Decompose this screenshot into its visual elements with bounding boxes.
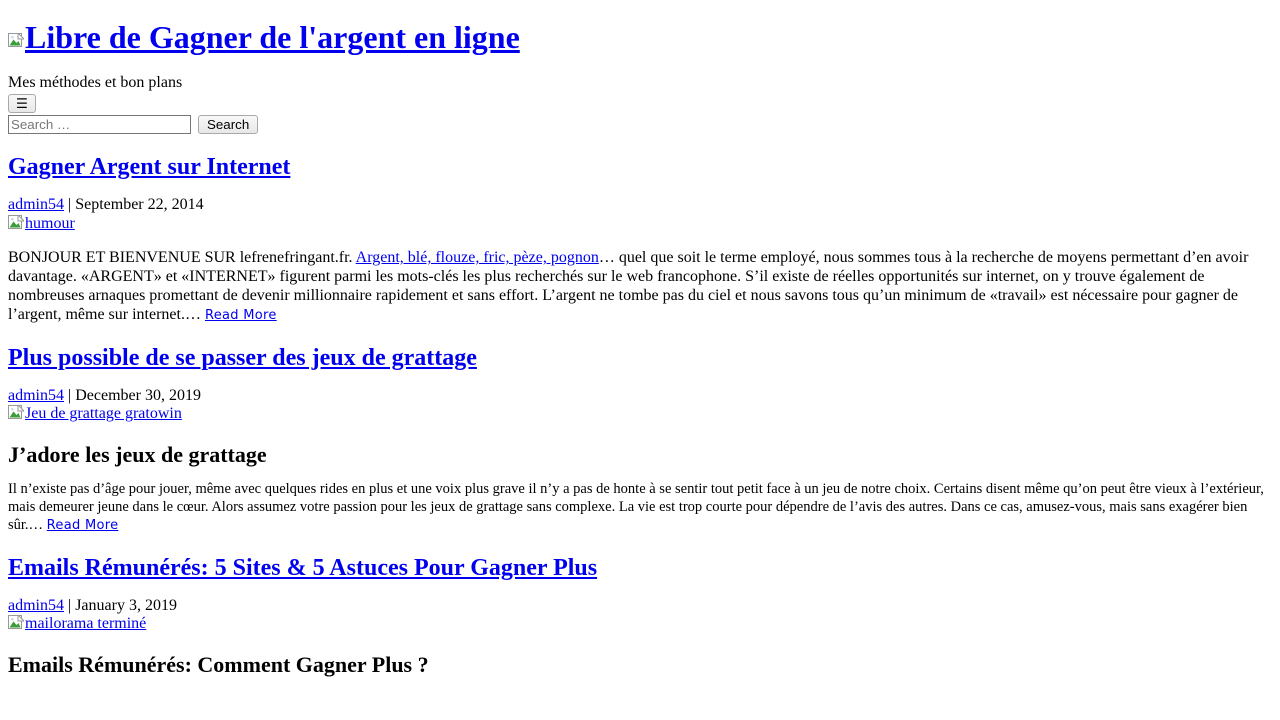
- search-submit-button[interactable]: [198, 115, 259, 135]
- site-title-text: Libre de Gagner de l'argent en ligne: [25, 19, 520, 55]
- broken-image-icon: [8, 614, 24, 631]
- broken-image-icon: [8, 33, 24, 49]
- article-title: Emails Rémunérés: 5 Sites & 5 Astuces Po…: [8, 535, 1272, 580]
- menu-toggle-button[interactable]: ☰: [8, 94, 36, 114]
- article-title: Gagner Argent sur Internet: [8, 134, 1272, 179]
- article-thumbnail: Jeu de grattage gratowin: [8, 405, 1272, 423]
- article-title: Plus possible de se passer des jeux de g…: [8, 325, 1272, 370]
- article-excerpt: BONJOUR ET BIENVENUE SUR lefrenefringant…: [8, 233, 1272, 325]
- article-title-link[interactable]: Plus possible de se passer des jeux de g…: [8, 345, 477, 371]
- article-title-link[interactable]: Gagner Argent sur Internet: [8, 154, 290, 180]
- article-thumbnail-alt: Jeu de grattage gratowin: [25, 405, 182, 423]
- site-title: Libre de Gagner de l'argent en ligne: [8, 8, 1272, 53]
- article-thumbnail-alt: humour: [25, 214, 75, 232]
- article-date: January 3, 2019: [75, 596, 177, 614]
- article-meta: admin54 | September 22, 2014: [8, 179, 1272, 214]
- article-date: September 22, 2014: [75, 196, 204, 214]
- article-thumbnail-link[interactable]: mailorama terminé: [8, 614, 147, 632]
- article-subheading: J’adore les jeux de grattage: [8, 442, 267, 468]
- article-item: Emails Rémunérés: 5 Sites & 5 Astuces Po…: [8, 535, 1272, 677]
- excerpt-inline-link[interactable]: Argent, blé, flouze, fric, pèze, pognon: [356, 249, 599, 266]
- excerpt-body-text: Il n’existe pas d’âge pour jouer, même a…: [8, 481, 1264, 533]
- meta-separator: |: [64, 386, 76, 404]
- meta-separator: |: [64, 196, 76, 214]
- article-excerpt: Il n’existe pas d’âge pour jouer, même a…: [8, 466, 1272, 534]
- search-form: [8, 115, 1272, 135]
- article-author-link[interactable]: admin54: [8, 387, 64, 404]
- article-thumbnail: mailorama terminé: [8, 614, 1272, 633]
- article-meta: admin54 | January 3, 2019: [8, 580, 1272, 615]
- article-title-link[interactable]: Emails Rémunérés: 5 Sites & 5 Astuces Po…: [8, 555, 597, 581]
- article-thumbnail-link[interactable]: humour: [8, 214, 75, 232]
- article-item: Gagner Argent sur Internet admin54 | Sep…: [8, 134, 1272, 324]
- article-date: December 30, 2019: [75, 386, 201, 404]
- site-title-link[interactable]: Libre de Gagner de l'argent en ligne: [8, 19, 520, 55]
- article-thumbnail: humour: [8, 214, 1272, 233]
- article-author-link[interactable]: admin54: [8, 196, 64, 213]
- excerpt-lead-text: BONJOUR ET BIENVENUE SUR lefrenefringant…: [8, 249, 356, 267]
- article-author-link[interactable]: admin54: [8, 597, 64, 614]
- read-more-link[interactable]: Read More: [47, 518, 119, 533]
- hamburger-icon: ☰: [16, 96, 28, 112]
- meta-separator: |: [64, 596, 76, 614]
- site-tagline: Mes méthodes et bon plans: [8, 74, 183, 91]
- broken-image-icon: [8, 405, 24, 421]
- broken-image-icon: [8, 214, 24, 231]
- article-subheading: Emails Rémunérés: Comment Gagner Plus ?: [8, 652, 429, 678]
- article-thumbnail-link[interactable]: Jeu de grattage gratowin: [8, 405, 182, 422]
- article-thumbnail-alt: mailorama terminé: [25, 614, 147, 632]
- article-item: Plus possible de se passer des jeux de g…: [8, 325, 1272, 535]
- article-meta: admin54 | December 30, 2019: [8, 370, 1272, 405]
- search-input[interactable]: [8, 115, 191, 135]
- read-more-link[interactable]: Read More: [205, 308, 277, 323]
